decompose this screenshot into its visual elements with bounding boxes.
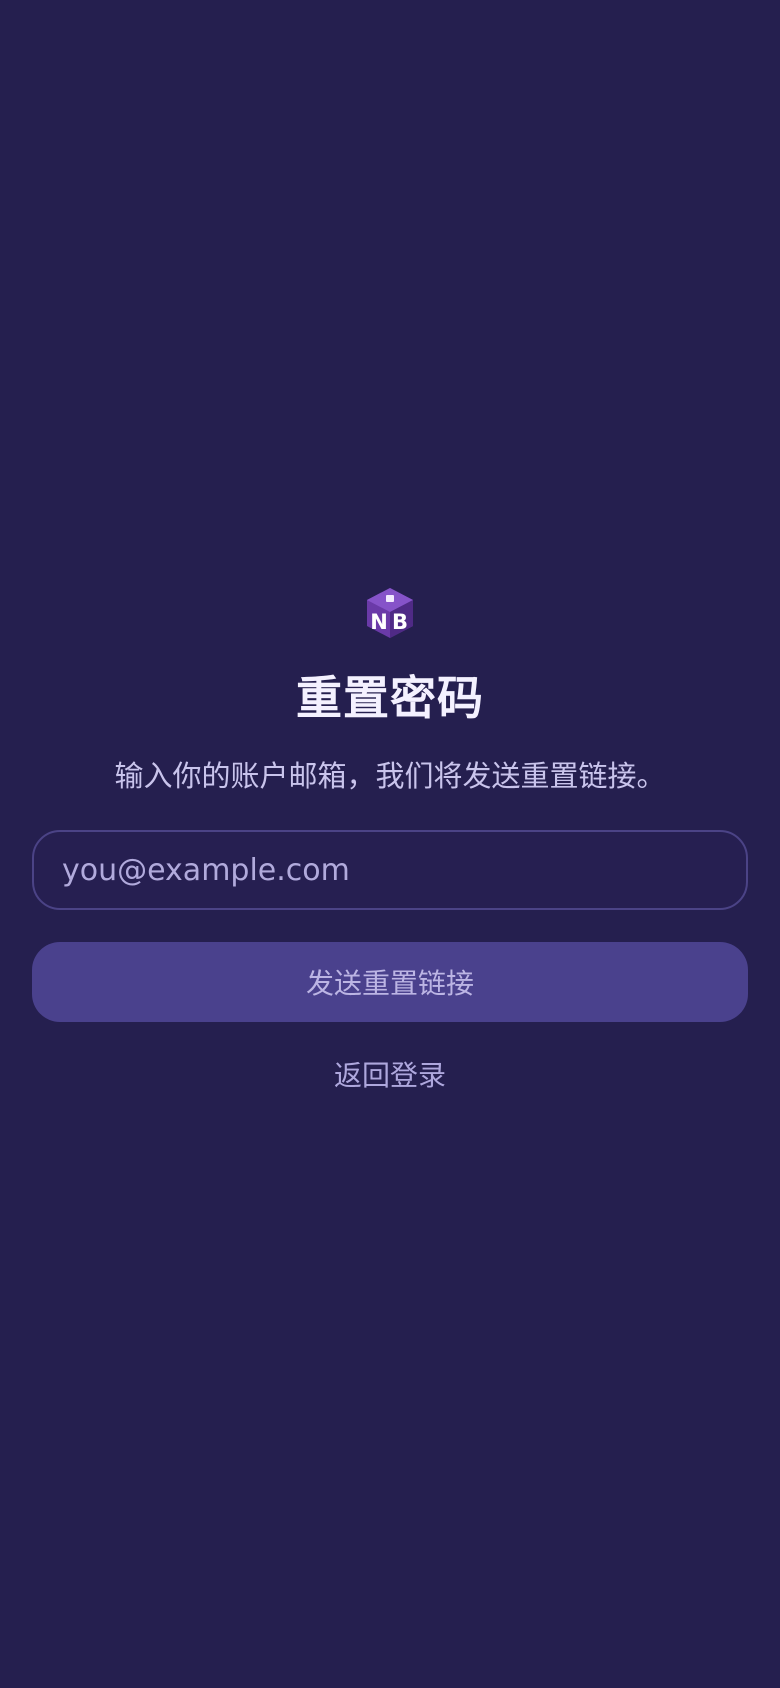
reset-password-screen: N B 重置密码 输入你的账户邮箱，我们将发送重置链接。 发送重置链接 返回登录 [0, 0, 780, 1688]
back-to-login-link[interactable]: 返回登录 [334, 1056, 446, 1096]
page-subtitle: 输入你的账户邮箱，我们将发送重置链接。 [114, 759, 666, 793]
nb-cube-logo-icon: N B [367, 588, 413, 638]
send-reset-link-button[interactable]: 发送重置链接 [32, 942, 748, 1022]
svg-text:N: N [370, 610, 388, 634]
reset-password-form: N B 重置密码 输入你的账户邮箱，我们将发送重置链接。 发送重置链接 返回登录 [32, 584, 748, 1096]
page-title: 重置密码 [296, 671, 484, 725]
email-input[interactable] [32, 830, 748, 910]
svg-text:B: B [392, 610, 408, 634]
